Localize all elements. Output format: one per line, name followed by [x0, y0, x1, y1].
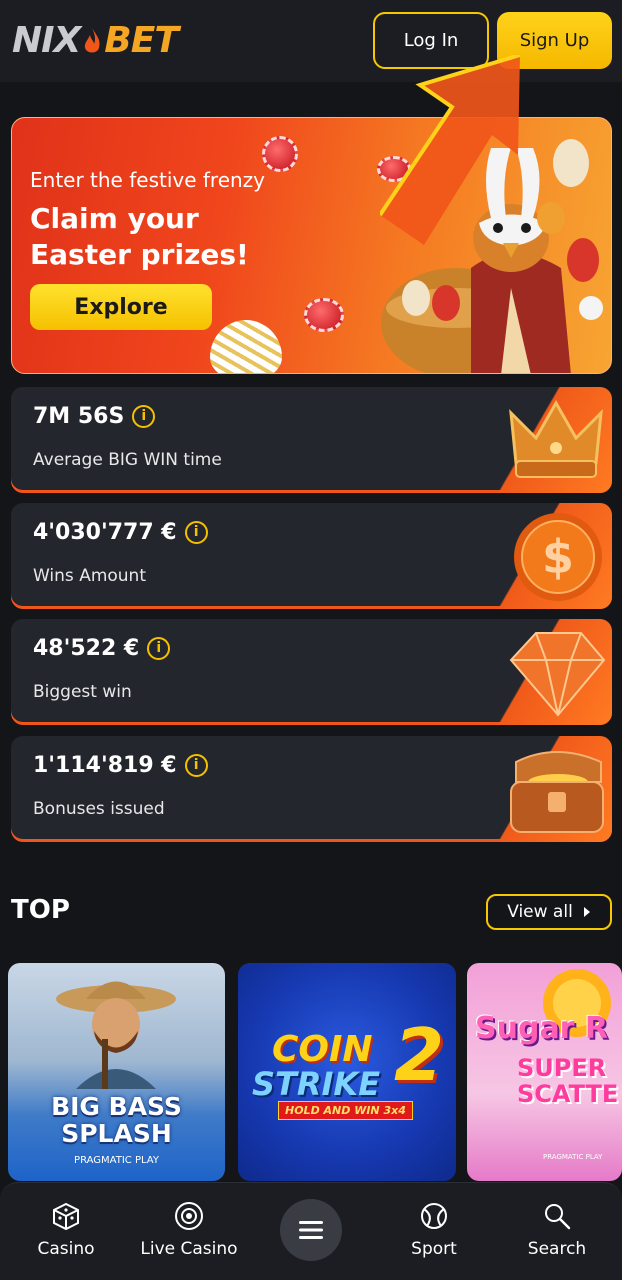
stat-value: 7M 56S i	[33, 404, 156, 429]
casino-chip-decoration	[262, 136, 298, 172]
game-title-line2: STRIKE	[252, 1065, 381, 1103]
dice-icon	[53, 1202, 79, 1231]
info-icon[interactable]: i	[132, 404, 156, 428]
info-icon[interactable]: i	[147, 636, 171, 660]
logo-text-left: NIX	[12, 20, 81, 61]
tennis-ball-icon	[421, 1203, 447, 1229]
login-button[interactable]: Log In	[373, 12, 489, 69]
nav-label: Sport	[411, 1239, 457, 1259]
treasure-chest-icon	[510, 751, 604, 833]
stat-label: Wins Amount	[33, 566, 146, 586]
chevron-right-icon	[583, 907, 590, 917]
nav-label: Search	[527, 1239, 587, 1259]
game-title-line1: COIN	[272, 1029, 373, 1070]
easter-egg-decoration	[210, 320, 282, 373]
game-title: BIG BASS SPLASH	[51, 1092, 182, 1148]
game-card-big-bass-splash[interactable]: BIG BASS SPLASH PRAGMATIC PLAY	[8, 963, 225, 1181]
game-subtitle: HOLD AND WIN 3x4	[278, 1101, 413, 1120]
game-provider: PRAGMATIC PLAY	[543, 1153, 603, 1161]
explore-button[interactable]: Explore	[30, 284, 212, 330]
nav-label: Live Casino	[140, 1239, 238, 1259]
nav-item-live-casino[interactable]: Live Casino	[129, 1201, 249, 1259]
chip-icon	[175, 1202, 203, 1230]
game-title-line2: SUPER SCATTE	[517, 1054, 619, 1108]
svg-text:$: $	[542, 530, 574, 584]
hamburger-menu-icon	[299, 1221, 323, 1239]
nav-item-search[interactable]: Search	[497, 1201, 617, 1259]
view-all-button[interactable]: View all	[486, 894, 612, 930]
bunny-mascot-image	[381, 139, 603, 373]
game-title-number: 2	[394, 1013, 445, 1097]
diamond-icon	[509, 632, 606, 717]
banner-title: Claim your Easter prizes!	[30, 202, 249, 271]
stat-label: Bonuses issued	[33, 799, 165, 819]
casino-chip-decoration	[304, 298, 344, 332]
bottom-navigation: Casino Live Casino Sport Search	[0, 1182, 622, 1280]
dollar-coin-icon: $	[514, 513, 602, 601]
info-icon[interactable]: i	[184, 520, 208, 544]
info-icon[interactable]: i	[184, 753, 208, 777]
game-provider: PRAGMATIC PLAY	[74, 1155, 159, 1166]
stat-label: Biggest win	[33, 682, 132, 702]
game-card-coin-strike-2[interactable]: COIN 2 STRIKE HOLD AND WIN 3x4	[238, 963, 456, 1181]
stat-value: 48'522 € i	[33, 636, 171, 661]
view-all-label: View all	[507, 902, 573, 922]
signup-button[interactable]: Sign Up	[497, 12, 612, 69]
game-title-line1: Sugar R	[475, 1011, 609, 1046]
search-icon	[545, 1204, 571, 1230]
stat-card-wins-amount: $ 4'030'777 € i Wins Amount	[11, 503, 612, 609]
promo-banner[interactable]: Enter the festive frenzy Claim your East…	[11, 117, 612, 374]
nixbet-logo[interactable]: NIX BET	[12, 20, 179, 62]
game-card-sugar-rush[interactable]: Sugar R SUPER SCATTE PRAGMATIC PLAY	[467, 963, 622, 1181]
banner-subtitle: Enter the festive frenzy	[30, 168, 266, 192]
nav-item-sport[interactable]: Sport	[374, 1201, 494, 1259]
stat-value: 1'114'819 € i	[33, 753, 208, 778]
section-title-top: TOP	[11, 895, 70, 925]
nav-item-casino[interactable]: Casino	[6, 1201, 126, 1259]
stat-value: 4'030'777 € i	[33, 520, 208, 545]
flame-icon	[85, 28, 100, 53]
top-header: NIX BET Log In Sign Up	[0, 0, 622, 82]
menu-button[interactable]	[280, 1199, 342, 1261]
stat-card-bonuses-issued: 1'114'819 € i Bonuses issued	[11, 736, 612, 842]
logo-text-right: BET	[104, 20, 179, 61]
nav-label: Casino	[37, 1239, 95, 1259]
crown-icon	[509, 399, 603, 478]
fisherman-image	[56, 981, 176, 1089]
stat-card-biggest-win: 48'522 € i Biggest win	[11, 619, 612, 725]
stat-card-big-win-time: 7M 56S i Average BIG WIN time	[11, 387, 612, 493]
stat-label: Average BIG WIN time	[33, 450, 222, 470]
